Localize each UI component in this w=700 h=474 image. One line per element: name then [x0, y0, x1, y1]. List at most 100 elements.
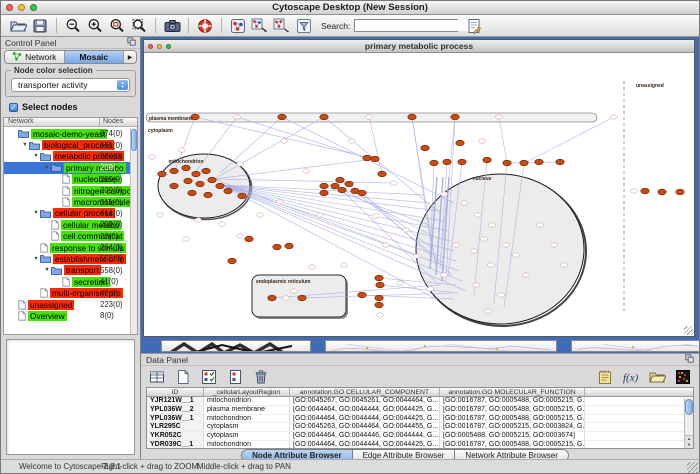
graph-node[interactable]	[157, 213, 164, 217]
table-scrollbar-buttons[interactable]: ▲▼	[685, 435, 693, 448]
expand-arrow-icon[interactable]: ▼	[21, 142, 29, 148]
table-cell[interactable]: mitochondrion	[204, 397, 290, 405]
graph-node[interactable]	[366, 115, 373, 119]
table-row[interactable]: YPL036W__2plasma membrane[GO:0044464, GO…	[147, 406, 693, 415]
graph-node-selected[interactable]	[483, 157, 491, 163]
graph-node-selected[interactable]	[245, 236, 253, 242]
graph-node[interactable]	[489, 223, 496, 227]
network-tree-item[interactable]: mosaic-demo-yeast874(0)	[4, 128, 130, 139]
network-tree-item[interactable]: cellular metabo209(0)	[4, 219, 130, 230]
graph-node[interactable]	[479, 139, 486, 143]
table-cell[interactable]: mitochondrion	[204, 441, 290, 449]
graph-node[interactable]	[513, 253, 520, 257]
graph-node[interactable]	[383, 243, 390, 247]
graph-node-selected[interactable]	[273, 244, 281, 250]
graph-node[interactable]	[291, 289, 298, 293]
network-tree-item[interactable]: Overview8(0)	[4, 310, 130, 321]
graph-node-selected[interactable]	[421, 145, 429, 151]
tree-scrollbar-thumb[interactable]	[131, 129, 137, 151]
graph-node[interactable]	[427, 287, 434, 291]
graph-node[interactable]	[237, 234, 244, 238]
graph-node[interactable]	[471, 249, 478, 253]
graph-node-selected[interactable]	[268, 295, 276, 301]
graph-node-selected[interactable]	[278, 114, 286, 120]
graph-node[interactable]	[303, 169, 310, 173]
graph-node[interactable]	[537, 223, 544, 227]
open-network-icon[interactable]	[8, 17, 28, 35]
graph-node[interactable]	[481, 237, 488, 241]
table-cell[interactable]: mitochondrion	[204, 415, 290, 423]
graph-node[interactable]	[391, 181, 398, 185]
table-cell[interactable]: cytoplasm	[204, 423, 290, 431]
graph-node[interactable]	[283, 296, 290, 300]
float-panel-icon[interactable]	[685, 354, 694, 365]
graph-node[interactable]	[441, 273, 448, 277]
table-cell[interactable]: [GO:0016787, GO:0005488, GO:0005215, G..…	[440, 406, 585, 414]
network-tree-item[interactable]: unassigned223(0)	[4, 299, 130, 310]
table-cell[interactable]: [GO:0044464, GO:0044444, GO:0044425, G..…	[290, 441, 440, 449]
expand-arrow-icon[interactable]: ▼	[43, 267, 51, 273]
table-column-header[interactable]: ID	[147, 388, 204, 396]
notepad-icon[interactable]	[595, 368, 615, 386]
graph-node[interactable]	[475, 213, 482, 217]
attribute-table-icon[interactable]	[147, 368, 167, 386]
network-tree-item[interactable]: ▼cellular process614(0)	[4, 208, 130, 219]
table-cell[interactable]: YLR295C	[147, 423, 204, 431]
graph-node-selected[interactable]	[556, 159, 564, 165]
graph-node[interactable]	[281, 139, 288, 143]
graph-node[interactable]	[309, 265, 316, 269]
graph-node[interactable]	[219, 222, 226, 226]
graph-node[interactable]	[149, 155, 156, 159]
vizmapper-icon[interactable]	[228, 17, 248, 35]
table-cell[interactable]: YPL036W__2	[147, 406, 204, 414]
table-row[interactable]: YDR039C__1mitochondrion[GO:0044464, GO:0…	[147, 441, 693, 449]
table-cell[interactable]: plasma membrane	[204, 406, 290, 414]
table-row[interactable]: YJR121W__1mitochondrion[GO:0045267, GO:0…	[147, 397, 693, 406]
link-network-view-icon[interactable]	[272, 17, 292, 35]
table-column-header[interactable]: annotation.GO MOLECULAR_FUNCTION	[440, 388, 585, 396]
table-cell[interactable]: YDR039C__1	[147, 441, 204, 449]
table-scrollbar[interactable]: ▲▼	[684, 398, 693, 448]
graph-node-selected[interactable]	[320, 190, 328, 196]
table-cell[interactable]: [GO:0045263, GO:0044464, GO:0044455, G..…	[290, 423, 440, 431]
graph-node[interactable]	[453, 243, 460, 247]
zoom-selected-icon[interactable]	[107, 17, 127, 35]
graph-node-selected[interactable]	[535, 159, 543, 165]
graph-node[interactable]	[461, 201, 468, 205]
graph-node-selected[interactable]	[208, 177, 216, 183]
search-input[interactable]	[355, 20, 469, 31]
graph-node-selected[interactable]	[216, 183, 224, 189]
graph-node-selected[interactable]	[443, 159, 451, 165]
network-tree-item[interactable]: response to stimulu264(0)	[4, 242, 130, 253]
import-attributes-icon[interactable]	[647, 368, 667, 386]
table-cell[interactable]: [GO:0044464, GO:0044444, GO:0044425, G..…	[290, 406, 440, 414]
graph-node[interactable]	[441, 192, 448, 196]
background-window-strip[interactable]	[161, 340, 311, 352]
graph-node-selected[interactable]	[320, 183, 328, 189]
table-column-header[interactable]: annotation.GO CELLULAR_COMPONENT	[290, 388, 440, 396]
graph-node-selected[interactable]	[408, 114, 416, 120]
filter-icon[interactable]	[294, 17, 314, 35]
annotation-icon[interactable]	[464, 17, 484, 35]
graph-node-selected[interactable]	[184, 178, 192, 184]
graph-node[interactable]	[349, 139, 356, 143]
graph-node[interactable]	[498, 293, 505, 297]
graph-node-selected[interactable]	[458, 159, 466, 165]
table-row[interactable]: YPL036W__1mitochondrion[GO:0044464, GO:0…	[147, 415, 693, 424]
delete-attribute-icon[interactable]	[251, 368, 271, 386]
table-cell[interactable]: YKR052C	[147, 432, 204, 440]
graph-node[interactable]	[523, 273, 530, 277]
tree-col-nodes[interactable]: Nodes	[99, 118, 137, 126]
graph-node-selected[interactable]	[196, 181, 204, 187]
table-cell[interactable]: [GO:0044464, GO:0044444, GO:0044425, G..…	[290, 415, 440, 423]
graph-node[interactable]	[341, 263, 348, 267]
graph-node-selected[interactable]	[345, 181, 353, 187]
table-cell[interactable]: [GO:0045267, GO:0045261, GO:0044464, G..…	[290, 397, 440, 405]
graph-node[interactable]	[277, 200, 284, 204]
background-window-strip[interactable]	[571, 340, 700, 352]
select-nodes-checkbox[interactable]	[9, 103, 18, 112]
graph-node-selected[interactable]	[298, 295, 306, 301]
graph-node-selected[interactable]	[676, 189, 684, 195]
table-cell[interactable]: cytoplasm	[204, 432, 290, 440]
attribute-matrix-icon[interactable]	[673, 368, 693, 386]
